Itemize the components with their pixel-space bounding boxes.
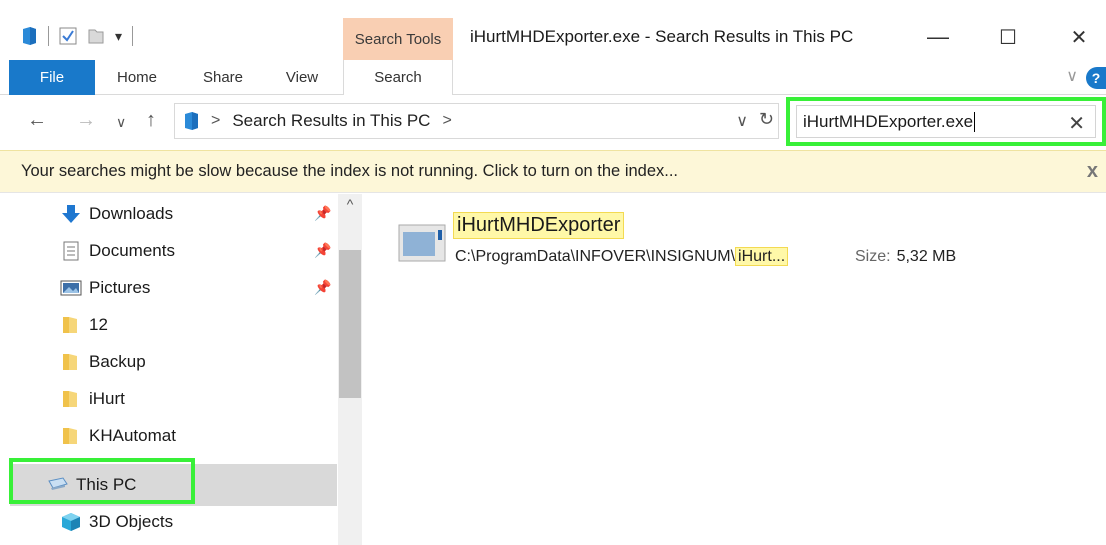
result-name[interactable]: iHurtMHDExporter (453, 212, 625, 239)
search-highlight-box: iHurtMHDExporter.exe ✕ (786, 97, 1106, 146)
breadcrumb-separator[interactable]: > (442, 112, 451, 130)
pin-icon[interactable]: 📌 (314, 242, 331, 259)
maximize-button[interactable]: ☐ (985, 22, 1031, 52)
pin-icon[interactable]: 📌 (314, 279, 331, 296)
toolbar-separator (48, 26, 49, 46)
nav-item-downloads[interactable]: Downloads (0, 195, 337, 232)
address-dropdown-icon[interactable]: ∨ (736, 111, 748, 131)
search-input-value: iHurtMHDExporter.exe (803, 111, 974, 131)
nav-item-label: Documents (89, 240, 175, 260)
search-input[interactable]: iHurtMHDExporter.exe ✕ (796, 105, 1096, 138)
nav-item-label: iHurt (89, 388, 125, 408)
size-label: Size: (855, 248, 891, 265)
search-tools-context-label: Search Tools (343, 18, 453, 60)
folder-icon (63, 316, 77, 333)
folder-icon (63, 353, 77, 370)
back-button[interactable]: ← (27, 109, 47, 132)
application-exe-icon (398, 224, 446, 262)
tab-view[interactable]: View (268, 60, 336, 95)
size-value: 5,32 MB (896, 248, 957, 265)
tab-search[interactable]: Search (343, 60, 453, 95)
info-bar-close-icon[interactable]: x (1087, 160, 1098, 183)
tab-share[interactable]: Share (186, 60, 260, 95)
scroll-up-icon[interactable]: ^ (338, 196, 362, 216)
nav-item-label: Backup (89, 351, 146, 371)
minimize-button[interactable]: — (915, 22, 961, 52)
customize-qat-icon[interactable]: ▾ (115, 28, 122, 45)
nav-item-label: 3D Objects (89, 511, 174, 531)
result-path: C:\ProgramData\INFOVER\INSIGNUM\ iHurt... (455, 247, 789, 266)
nav-item-ihurt[interactable]: iHurt (0, 380, 337, 417)
text-caret (974, 111, 976, 132)
nav-item-3d-objects[interactable]: 3D Objects (0, 503, 337, 540)
properties-check-icon[interactable] (59, 26, 77, 46)
breadcrumb-location[interactable]: Search Results in This PC (232, 111, 430, 131)
result-size: Size: 5,32 MB (855, 248, 956, 266)
nav-item-label: KHAutomat (89, 425, 176, 445)
folder-icon (63, 390, 77, 407)
pin-icon[interactable]: 📌 (314, 205, 331, 222)
this-pc-highlight-box (9, 458, 195, 504)
this-pc-icon[interactable] (20, 26, 38, 46)
tab-file[interactable]: File (9, 60, 95, 95)
nav-item-folder-12[interactable]: 12 (0, 306, 337, 343)
navigation-pane: Downloads 📌 Documents 📌 Pictures 📌 12 Ba… (0, 194, 365, 545)
forward-button[interactable]: → (76, 109, 96, 132)
cube-icon (62, 512, 80, 531)
clear-search-icon[interactable]: ✕ (1068, 111, 1085, 136)
quick-access-toolbar: ▾ (20, 26, 134, 46)
nav-item-backup[interactable]: Backup (0, 343, 337, 380)
breadcrumb-separator[interactable]: > (211, 112, 220, 130)
nav-item-documents[interactable]: Documents (0, 232, 337, 269)
window-title: iHurtMHDExporter.exe - Search Results in… (470, 27, 854, 46)
nav-item-pictures[interactable]: Pictures (0, 269, 337, 306)
folder-icon (63, 427, 77, 444)
address-row: ← → ∨ ↑ > Search Results in This PC > ∨ … (0, 95, 1106, 150)
documents-icon (63, 241, 79, 260)
refresh-icon[interactable]: ↻ (759, 109, 774, 130)
search-results-icon (185, 112, 198, 130)
ribbon-tabs: File Home Share View Search ∨ ? (0, 60, 1106, 95)
result-path-match: iHurt... (735, 247, 789, 266)
search-results-pane: iHurtMHDExporter C:\ProgramData\INFOVER\… (365, 194, 1106, 545)
nav-item-label: 12 (89, 314, 108, 334)
tab-home[interactable]: Home (100, 60, 174, 95)
nav-scrollbar-thumb[interactable] (339, 250, 361, 398)
new-folder-icon[interactable] (87, 26, 105, 46)
up-button[interactable]: ↑ (146, 109, 156, 132)
nav-item-khautomat[interactable]: KHAutomat (0, 417, 337, 454)
pictures-icon (60, 280, 82, 295)
result-path-prefix: C:\ProgramData\INFOVER\INSIGNUM\ (455, 248, 736, 265)
title-bar: ▾ Search Tools iHurtMHDExporter.exe - Se… (0, 0, 1106, 60)
index-info-bar[interactable]: Your searches might be slow because the … (0, 150, 1106, 193)
download-arrow-icon (62, 204, 80, 223)
nav-item-label: Downloads (89, 203, 174, 223)
recent-locations-button[interactable]: ∨ (116, 114, 126, 131)
close-button[interactable]: ✕ (1056, 22, 1102, 52)
help-icon[interactable]: ? (1086, 67, 1106, 89)
address-bar[interactable]: > Search Results in This PC > ∨ ↻ (174, 103, 779, 139)
info-bar-text[interactable]: Your searches might be slow because the … (21, 162, 678, 181)
ribbon-expand-icon[interactable]: ∨ (1066, 66, 1078, 86)
toolbar-separator (132, 26, 134, 46)
nav-item-label: Pictures (89, 277, 151, 297)
